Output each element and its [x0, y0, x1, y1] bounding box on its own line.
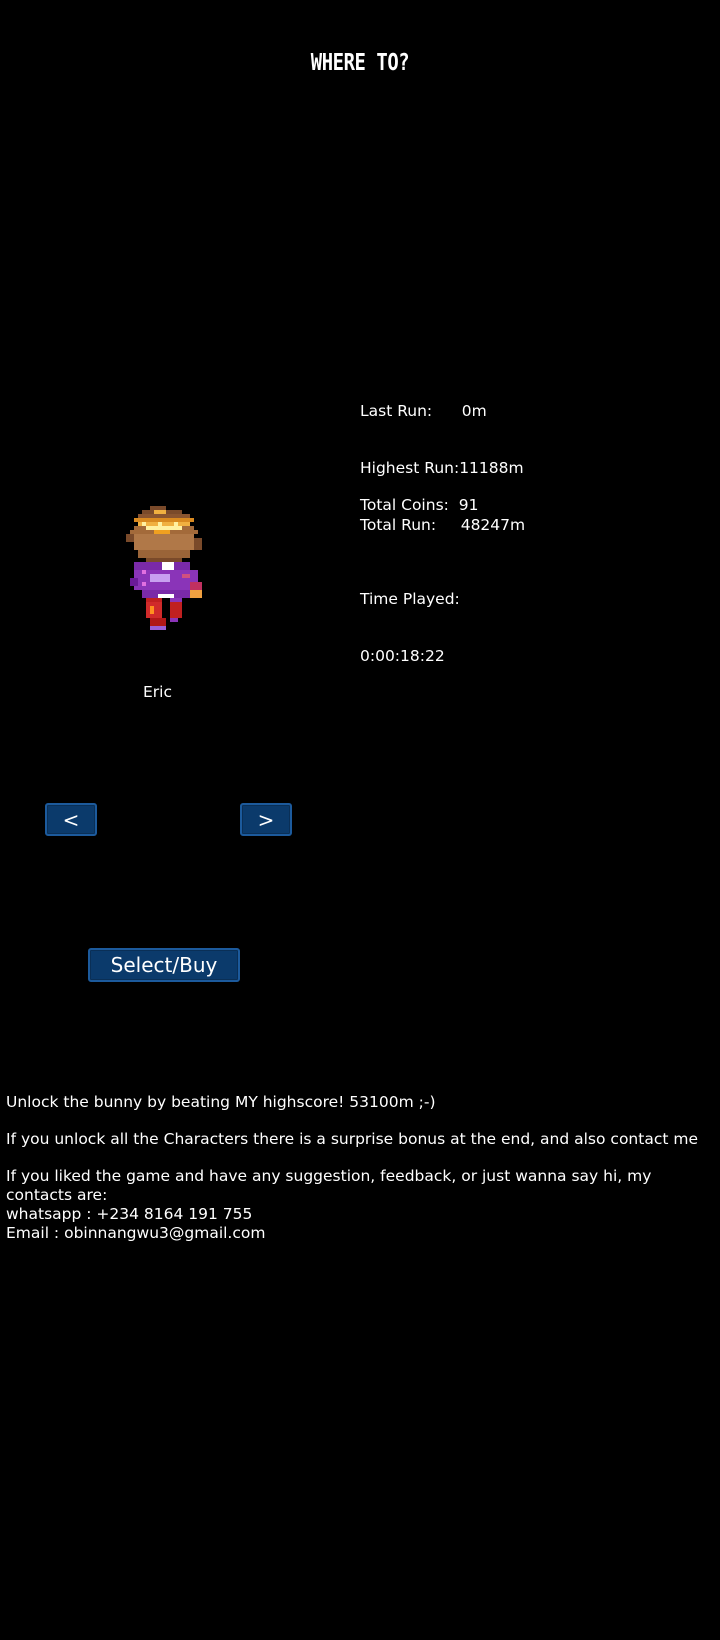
last-run-value: 0m	[432, 402, 487, 420]
screen-title: WHERE TO?	[310, 50, 410, 76]
last-run-label: Last Run:	[360, 402, 433, 420]
email-contact: Email : obinnangwu3@gmail.com	[6, 1224, 266, 1242]
info-text: Unlock the bunny by beating MY highscore…	[6, 1093, 718, 1243]
total-coins-value: 91	[448, 496, 479, 514]
pixel-boy-character-icon	[126, 506, 202, 630]
feedback-text: If you liked the game and have any sugge…	[6, 1167, 652, 1204]
last-run-row: Last Run: 0m	[360, 402, 525, 421]
unlock-bunny-text: Unlock the bunny by beating MY highscore…	[6, 1093, 436, 1111]
next-character-button[interactable]: >	[240, 803, 292, 836]
previous-character-button[interactable]: <	[45, 803, 97, 836]
total-coins-row: Total Coins: 91	[360, 496, 478, 515]
whatsapp-contact: whatsapp : +234 8164 191 755	[6, 1205, 253, 1223]
contacts-block: If you liked the game and have any sugge…	[6, 1167, 718, 1243]
total-coins-label: Total Coins:	[360, 496, 449, 514]
time-played-label: Time Played:	[360, 590, 460, 608]
time-stats: Time Played: 0:00:18:22	[360, 552, 460, 685]
time-played-value: 0:00:18:22	[360, 647, 445, 665]
select-buy-button[interactable]: Select/Buy	[88, 948, 240, 982]
unlock-all-text: If you unlock all the Characters there i…	[6, 1130, 698, 1148]
coin-stats: Total Coins: 91	[360, 458, 478, 534]
character-name: Eric	[143, 683, 172, 701]
